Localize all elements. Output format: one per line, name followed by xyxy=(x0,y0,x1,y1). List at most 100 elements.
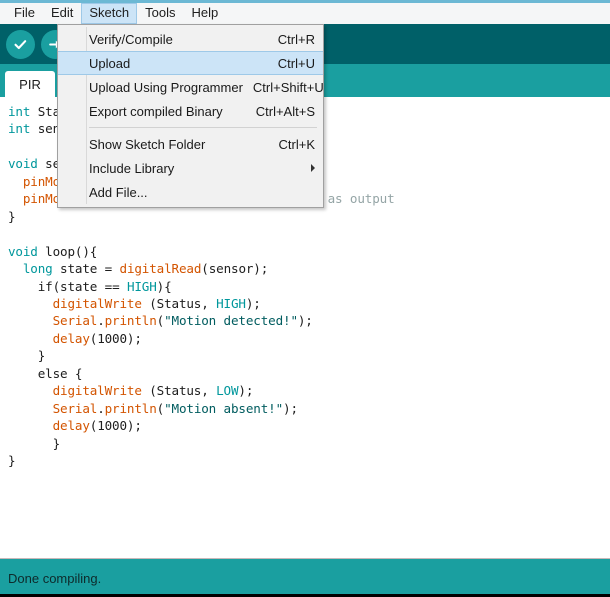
code-token: "Motion absent!" xyxy=(164,400,284,416)
menu-item-show-sketch-folder[interactable]: Show Sketch Folder Ctrl+K xyxy=(58,132,323,156)
code-token: digitalWrite xyxy=(52,295,142,311)
code-line: } xyxy=(8,452,610,469)
menu-item-shortcut: Ctrl+U xyxy=(277,55,315,71)
code-token: } xyxy=(8,435,61,451)
code-token: loop(){ xyxy=(45,243,98,259)
code-token: (state == xyxy=(52,278,127,294)
code-token: (Status, xyxy=(141,295,217,311)
code-token: ( xyxy=(156,313,165,329)
code-token: ); xyxy=(245,295,261,311)
code-token: if xyxy=(37,278,53,294)
code-line: Serial.println("Motion detected!"); xyxy=(8,312,610,329)
code-token: (Status, xyxy=(141,383,217,399)
code-token: } xyxy=(8,208,16,224)
code-line: digitalWrite (Status, HIGH); xyxy=(8,295,610,312)
code-token: . xyxy=(97,313,105,329)
code-token: HIGH xyxy=(216,295,246,311)
verify-compile-button[interactable] xyxy=(6,29,35,59)
code-line: void loop(){ xyxy=(8,243,610,260)
code-token: ( xyxy=(156,400,165,416)
code-line: else { xyxy=(8,365,610,382)
code-token: . xyxy=(97,400,105,416)
menubar-item-tools[interactable]: Tools xyxy=(137,3,183,24)
code-token: digitalWrite xyxy=(52,383,142,399)
menu-item-shortcut: Ctrl+R xyxy=(277,31,315,47)
menu-item-upload[interactable]: Upload Ctrl+U xyxy=(58,51,323,75)
code-token: ){ xyxy=(156,278,172,294)
code-token: ); xyxy=(297,313,313,329)
code-token: "Motion detected!" xyxy=(164,313,298,329)
code-token: int xyxy=(8,104,38,119)
code-token: { xyxy=(67,365,83,381)
menu-item-label: Include Library xyxy=(89,160,175,176)
sketch-tab-pir[interactable]: PIR xyxy=(5,71,55,97)
menu-item-label: Upload Using Programmer xyxy=(89,79,243,95)
menu-item-export-compiled-binary[interactable]: Export compiled Binary Ctrl+Alt+S xyxy=(58,99,323,123)
sketch-dropdown-menu: Verify/Compile Ctrl+R Upload Ctrl+U Upload U… xyxy=(57,24,324,208)
status-bar: Done compiling. xyxy=(0,558,610,597)
menu-item-label: Upload xyxy=(89,55,131,71)
code-token: void xyxy=(8,243,46,259)
code-token: } xyxy=(8,453,16,469)
menu-item-verify-compile[interactable]: Verify/Compile Ctrl+R xyxy=(58,27,323,51)
menu-item-shortcut: Ctrl+K xyxy=(278,136,315,152)
menubar-item-help[interactable]: Help xyxy=(183,3,226,24)
code-line: } xyxy=(8,347,610,364)
menu-item-shortcut: Ctrl+Shift+U xyxy=(252,79,324,95)
code-token: delay xyxy=(52,330,90,346)
menu-item-label: Verify/Compile xyxy=(89,31,173,47)
checkmark-icon xyxy=(14,39,27,49)
menubar-item-sketch[interactable]: Sketch xyxy=(81,3,138,24)
code-token: LOW xyxy=(216,383,239,399)
code-token: void xyxy=(8,156,46,172)
code-token: HIGH xyxy=(126,278,157,294)
menu-item-upload-using-programmer[interactable]: Upload Using Programmer Ctrl+Shift+U xyxy=(58,75,324,99)
code-token: Serial xyxy=(52,400,98,416)
code-line: delay(1000); xyxy=(8,417,610,434)
code-token: (1000); xyxy=(89,330,142,346)
menu-item-add-file[interactable]: Add File... xyxy=(58,180,323,204)
code-token: } xyxy=(8,348,46,364)
code-line: long state = digitalRead(sensor); xyxy=(8,260,610,277)
menubar-item-edit[interactable]: Edit xyxy=(43,3,81,24)
status-message: Done compiling. xyxy=(8,570,102,586)
menu-bar: File Edit Sketch Tools Help xyxy=(0,3,610,24)
menu-item-shortcut: Ctrl+Alt+S xyxy=(255,103,315,119)
code-token: long xyxy=(22,261,61,277)
code-token: println xyxy=(104,400,157,416)
menu-item-label: Export compiled Binary xyxy=(89,103,223,119)
code-line: Serial.println("Motion absent!"); xyxy=(8,400,610,417)
code-token: ); xyxy=(283,400,298,416)
code-token: else xyxy=(37,365,68,381)
menu-separator xyxy=(89,127,317,128)
arduino-ide-window: File Edit Sketch Tools Help PIR int Sta int s… xyxy=(0,0,610,597)
code-token: (sensor); xyxy=(201,261,269,277)
menu-item-label: Show Sketch Folder xyxy=(89,136,206,152)
code-token: digitalRead xyxy=(119,261,202,277)
code-line: } xyxy=(8,208,610,225)
code-token: delay xyxy=(52,418,90,434)
code-line: delay(1000); xyxy=(8,330,610,347)
menu-item-label: Add File... xyxy=(89,184,148,200)
submenu-arrow-icon xyxy=(311,164,315,172)
code-token: state = xyxy=(60,261,120,277)
code-token: (1000); xyxy=(89,418,142,434)
menubar-item-file[interactable]: File xyxy=(6,3,43,24)
code-line: digitalWrite (Status, LOW); xyxy=(8,382,610,399)
code-token: pinMo xyxy=(22,173,61,189)
code-token: println xyxy=(104,313,157,329)
menu-item-include-library[interactable]: Include Library xyxy=(58,156,323,180)
code-token: int xyxy=(8,121,38,137)
